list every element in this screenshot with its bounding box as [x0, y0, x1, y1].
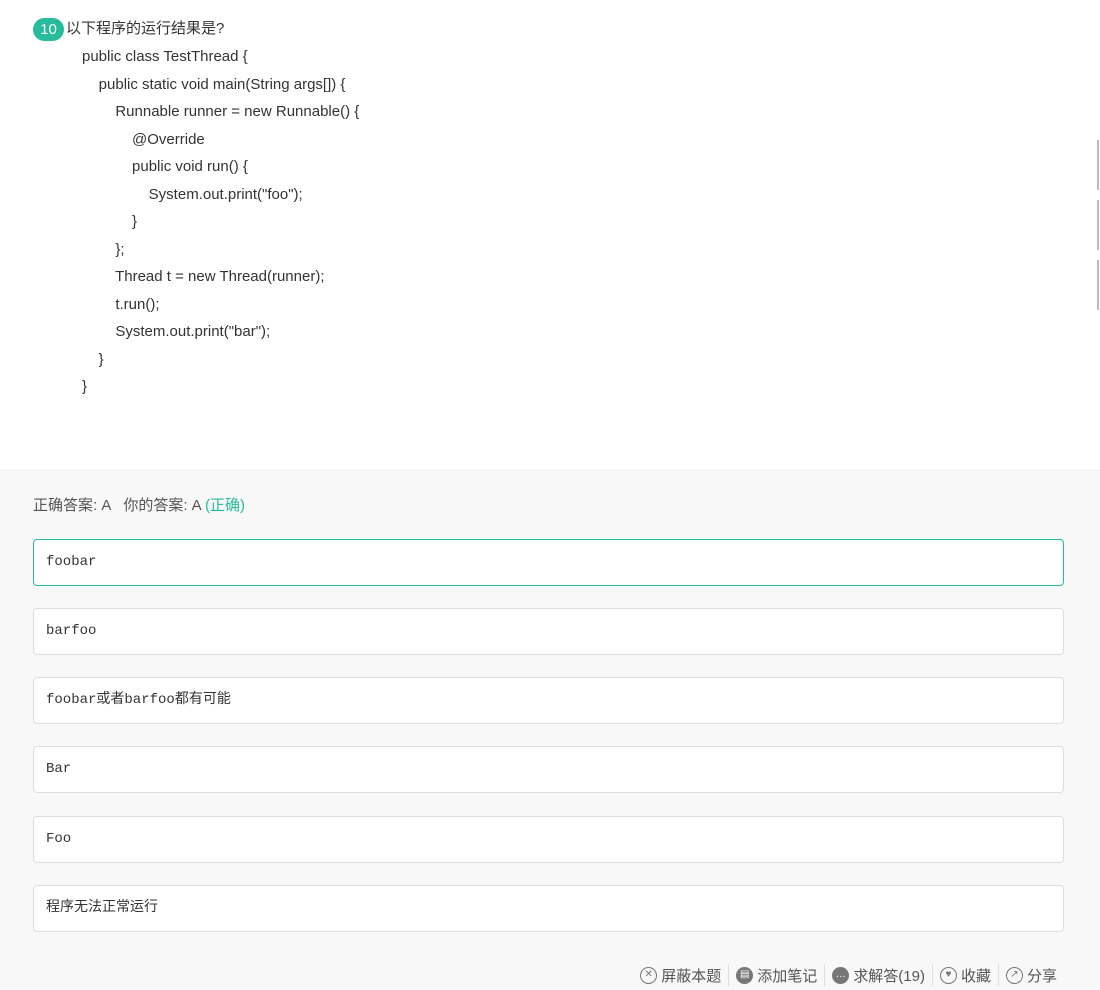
- heart-icon: ♥: [939, 966, 957, 984]
- answer-panel: 正确答案: A 你的答案: A (正确) foobar barfoo foobar…: [0, 471, 1100, 990]
- add-note-button[interactable]: ▤ 添加笔记: [728, 964, 824, 986]
- option-d[interactable]: Bar: [33, 746, 1064, 793]
- question-panel: 10 以下程序的运行结果是? public class TestThread {…: [0, 0, 1100, 471]
- code-line: public class TestThread {: [82, 48, 248, 65]
- code-line: t.run();: [82, 295, 160, 313]
- option-e[interactable]: Foo: [33, 816, 1064, 863]
- your-answer-label: 你的答案: A: [123, 497, 201, 514]
- code-line: }: [82, 213, 138, 230]
- question-title: 以下程序的运行结果是?: [66, 20, 225, 37]
- correct-answer-label: 正确答案: A: [33, 497, 112, 514]
- option-f[interactable]: 程序无法正常运行: [33, 885, 1064, 932]
- block-question-label: 屏蔽本题: [661, 967, 722, 985]
- code-line: };: [82, 240, 125, 258]
- code-block: public class TestThread { public static …: [82, 47, 359, 405]
- code-line: @Override: [82, 130, 205, 148]
- scrollbar-segment[interactable]: [1097, 200, 1099, 250]
- code-line: }: [82, 350, 104, 368]
- notebook-icon: ▤: [736, 966, 754, 984]
- scrollbar-segment[interactable]: [1097, 140, 1099, 190]
- add-note-label: 添加笔记: [757, 967, 818, 985]
- share-button[interactable]: ↗ 分享: [997, 964, 1064, 986]
- question-number-badge: 10: [33, 18, 64, 41]
- answer-summary: 正确答案: A 你的答案: A (正确): [33, 497, 245, 515]
- ask-answer-label: 求解答(19): [853, 967, 925, 985]
- answer-result-badge: (正确): [205, 497, 246, 514]
- code-line: Thread t = new Thread(runner);: [82, 268, 325, 285]
- option-a[interactable]: foobar: [33, 539, 1064, 586]
- share-icon: ↗: [1005, 966, 1023, 984]
- question-actions-bar: ✕ 屏蔽本题 ▤ 添加笔记 … 求解答(19) ♥ 收藏 ↗ 分享: [633, 964, 1064, 986]
- code-line: public void run() {: [82, 158, 248, 175]
- ask-answer-button[interactable]: … 求解答(19): [824, 964, 932, 986]
- favorite-button[interactable]: ♥ 收藏: [931, 964, 998, 986]
- share-label: 分享: [1026, 967, 1057, 985]
- block-icon: ✕: [640, 966, 658, 984]
- code-line: Runnable runner = new Runnable() {: [82, 103, 360, 120]
- chat-bubble-icon: …: [832, 966, 850, 984]
- code-line: public static void main(String args[]) {: [82, 75, 346, 93]
- code-line: System.out.print("foo");: [82, 185, 303, 203]
- code-line: }: [82, 378, 88, 395]
- option-c[interactable]: foobar或者barfoo都有可能: [33, 677, 1064, 724]
- scrollbar-segment[interactable]: [1097, 260, 1099, 310]
- block-question-button[interactable]: ✕ 屏蔽本题: [633, 964, 728, 986]
- favorite-label: 收藏: [960, 967, 991, 985]
- code-line: System.out.print("bar");: [82, 323, 271, 340]
- option-b[interactable]: barfoo: [33, 608, 1064, 655]
